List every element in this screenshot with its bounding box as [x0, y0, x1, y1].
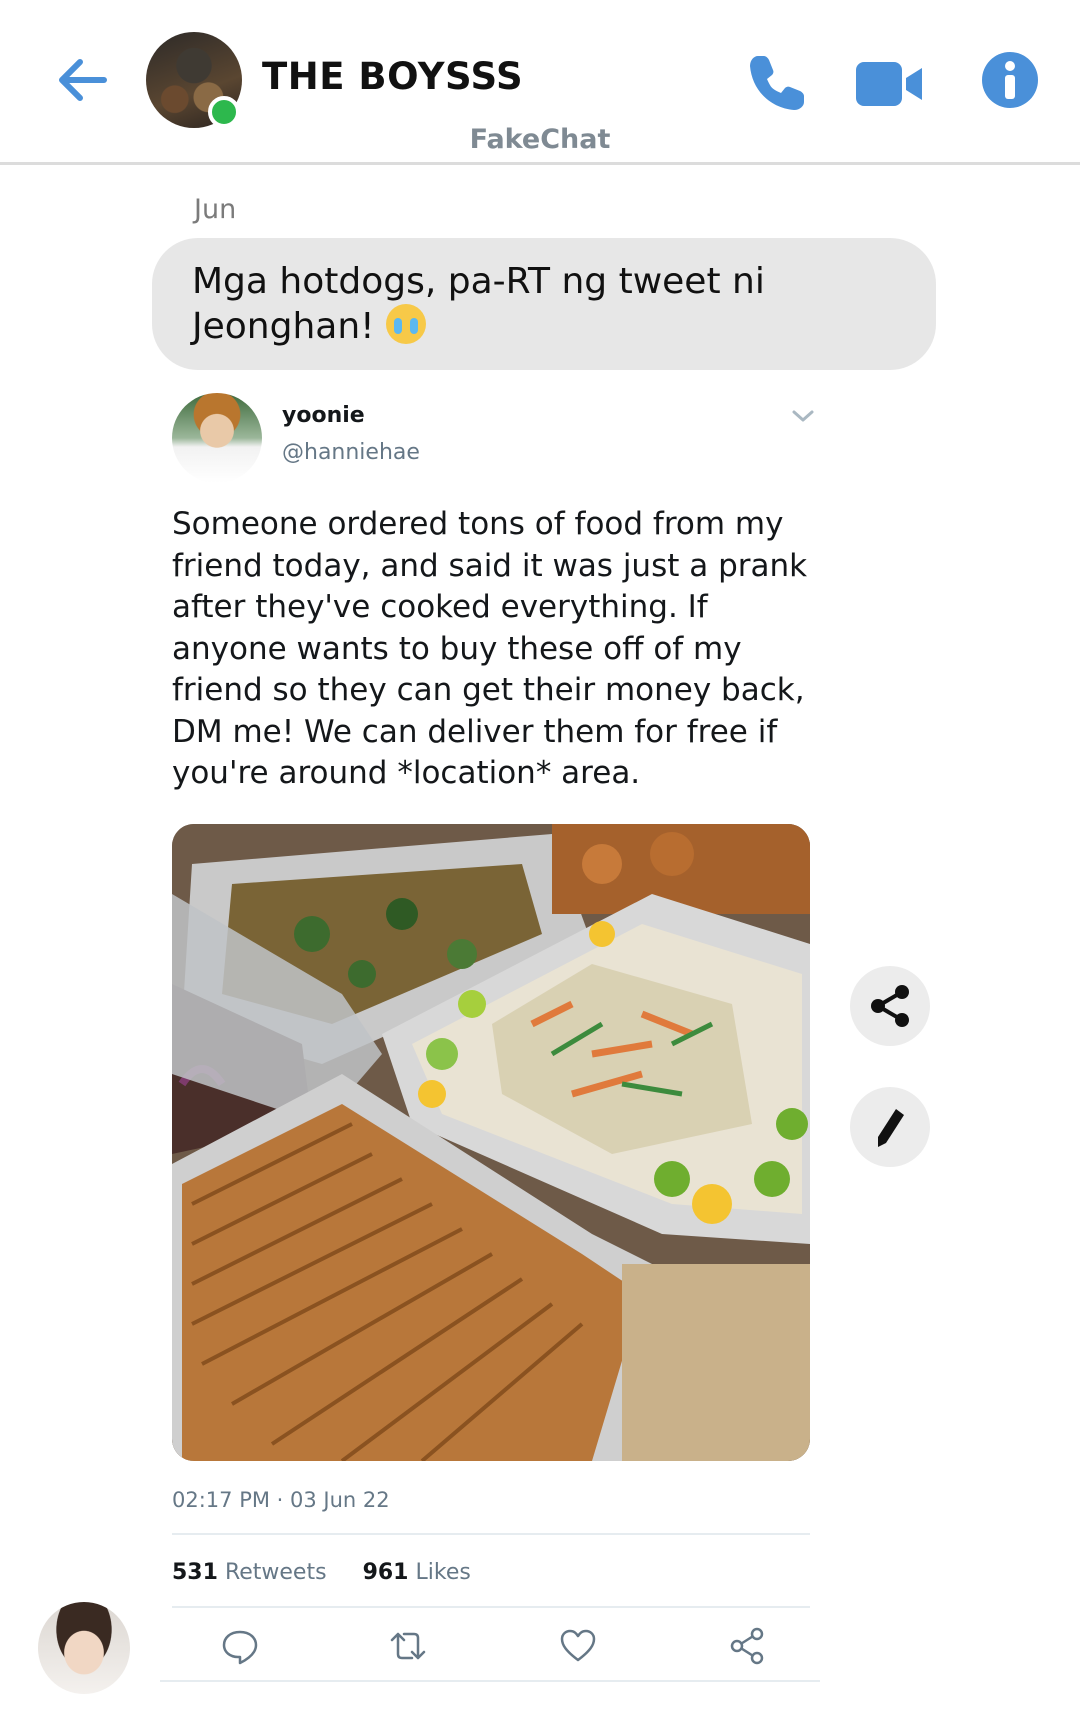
divider	[172, 1533, 810, 1535]
share-icon	[871, 985, 909, 1027]
video-camera-icon[interactable]	[854, 56, 924, 112]
chat-header: THE BOYSSS FakeChat	[0, 0, 1080, 165]
tweet-author-handle[interactable]: @hanniehae	[282, 440, 420, 465]
message-bubble[interactable]: Mga hotdogs, pa-RT ng tweet ni Jeonghan!	[152, 238, 936, 370]
date-separator: Jun	[194, 194, 237, 225]
retweets-label[interactable]: Retweets	[225, 1560, 327, 1585]
chat-title[interactable]: THE BOYSSS	[262, 55, 523, 98]
tweet-text: Someone ordered tons of food from my fri…	[172, 506, 808, 791]
app-watermark: FakeChat	[469, 124, 611, 155]
edit-fab-button[interactable]	[850, 1087, 930, 1167]
tweet-author-name[interactable]: yoonie	[282, 403, 365, 428]
back-arrow-icon[interactable]	[52, 50, 112, 110]
crying-face-emoji-icon	[386, 304, 427, 344]
divider	[160, 1680, 820, 1682]
share-fab-button[interactable]	[850, 966, 930, 1046]
heart-icon[interactable]	[558, 1626, 598, 1666]
tweet-timestamp: 02:17 PM · 03 Jun 22	[172, 1488, 390, 1512]
message-text: Mga hotdogs, pa-RT ng tweet ni Jeonghan!	[192, 261, 765, 347]
chevron-down-icon[interactable]	[790, 406, 816, 426]
tweet-photo-food-trays[interactable]	[172, 824, 810, 1461]
retweets-count: 531	[172, 1560, 218, 1585]
tweet-author-avatar[interactable]	[172, 393, 262, 483]
divider	[172, 1606, 810, 1608]
likes-label[interactable]: Likes	[416, 1560, 471, 1585]
phone-icon[interactable]	[744, 50, 810, 116]
reply-icon[interactable]	[220, 1626, 260, 1666]
share-icon[interactable]	[727, 1626, 767, 1666]
retweet-icon[interactable]	[388, 1626, 428, 1666]
tweet-stats: 531 Retweets 961 Likes	[172, 1560, 471, 1585]
likes-count: 961	[362, 1560, 409, 1585]
info-icon[interactable]	[980, 50, 1040, 110]
food-photo-illustration	[172, 824, 810, 1461]
sender-avatar[interactable]	[38, 1602, 130, 1694]
pencil-icon	[878, 1109, 904, 1147]
